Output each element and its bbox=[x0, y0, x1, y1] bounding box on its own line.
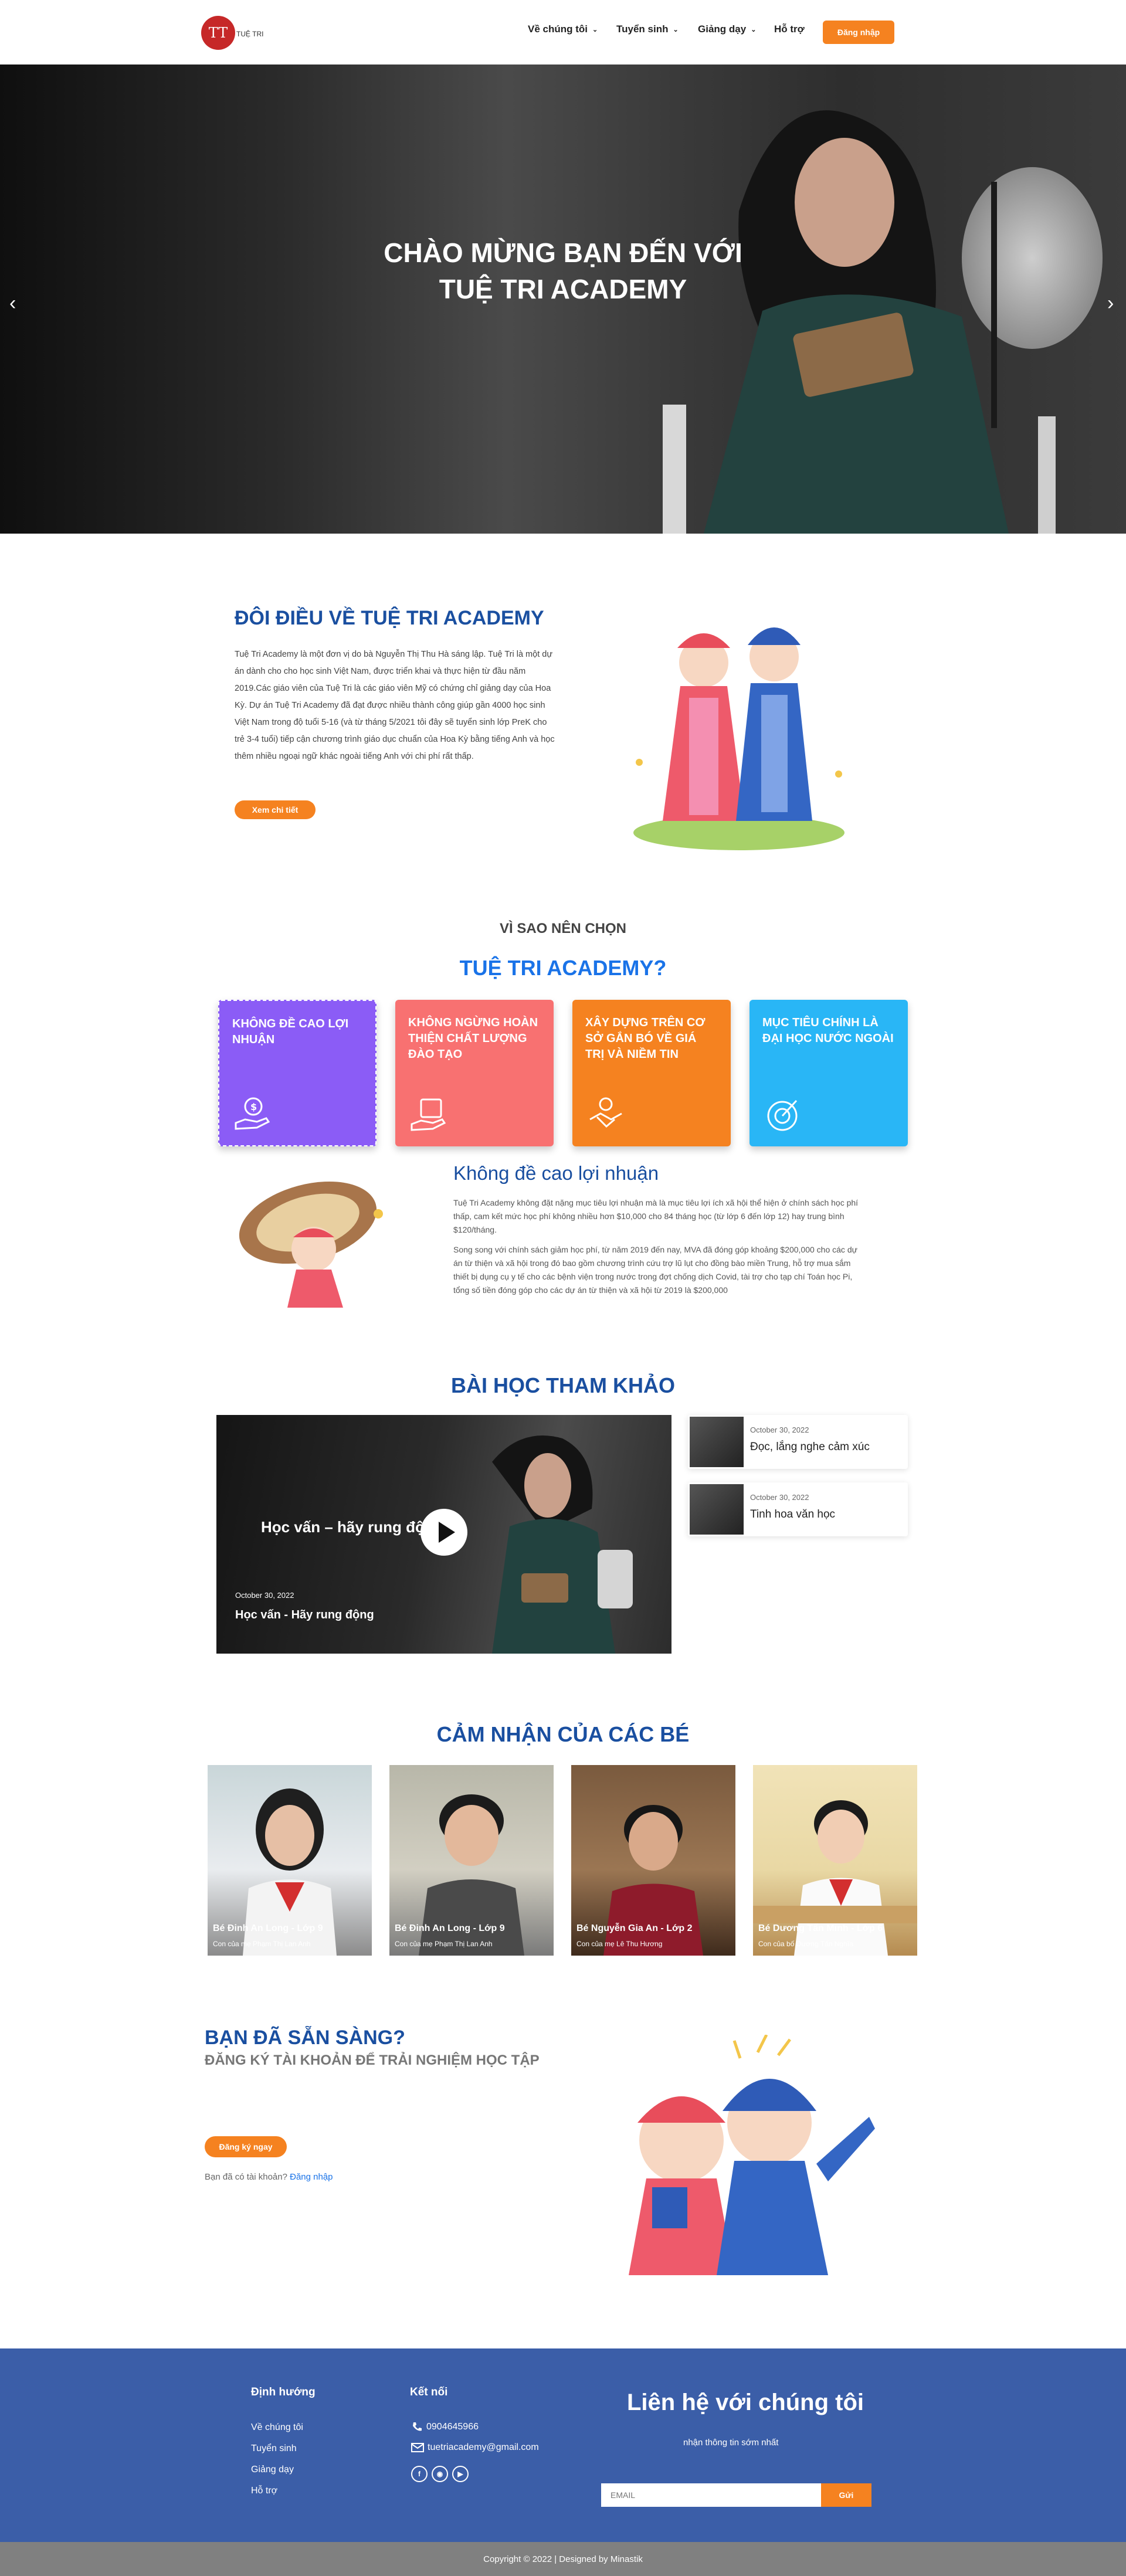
footer-link[interactable]: Hỗ trợ bbox=[251, 2486, 277, 2496]
why-card-nonprofit[interactable]: KHÔNG ĐỀ CAO LỢI NHUẬN $ bbox=[218, 1000, 377, 1146]
lesson-title[interactable]: Đọc, lắng nghe cảm xúc bbox=[750, 1441, 870, 1454]
featured-lesson-date: October 30, 2022 bbox=[235, 1591, 294, 1600]
kid-umbrella-illustration bbox=[239, 1181, 383, 1308]
footer-link[interactable]: Tuyển sinh bbox=[251, 2443, 297, 2454]
lesson-list-item[interactable]: October 30, 2022 Tinh hoa văn học bbox=[688, 1482, 908, 1536]
about-illustration bbox=[633, 627, 844, 850]
parent-name: Con của mẹ Phạm Thị Lan Anh bbox=[395, 1940, 493, 1948]
nav-label: Hỗ trợ bbox=[774, 23, 805, 35]
why-title: TUỆ TRI ACADEMY? bbox=[459, 956, 667, 980]
chevron-down-icon: ⌄ bbox=[751, 26, 757, 33]
lessons-title: BÀI HỌC THAM KHẢO bbox=[451, 1373, 675, 1397]
student-name: Bé Đinh An Long - Lớp 9 bbox=[213, 1923, 323, 1933]
footer-phone[interactable]: 0904645966 bbox=[411, 2421, 479, 2433]
about-more-button[interactable]: Xem chi tiết bbox=[235, 800, 316, 819]
student-name: Bé Dương Tấn Minh - Lớp 6 bbox=[758, 1923, 883, 1933]
why-card-trust[interactable]: XÂY DỰNG TRÊN CƠ SỞ GẮN BÓ VỀ GIÁ TRỊ VÀ… bbox=[572, 1000, 731, 1146]
cta-illustration bbox=[629, 2035, 875, 2275]
parent-name: Con của mẹ Phạm Thị Lan Anh bbox=[213, 1940, 311, 1948]
logo-text[interactable]: TUỆ TRI bbox=[236, 30, 263, 38]
card-label: KHÔNG ĐỀ CAO LỢI NHUẬN bbox=[232, 1017, 349, 1046]
card-label: KHÔNG NGỪNG HOÀN THIỆN CHẤT LƯỢNG ĐÀO TẠ… bbox=[408, 1016, 538, 1061]
login-button[interactable]: Đăng nhập bbox=[823, 21, 894, 44]
cta-login-prompt: Bạn đã có tài khoản? Đăng nhập bbox=[205, 2172, 333, 2182]
register-button[interactable]: Đăng ký ngay bbox=[205, 2136, 287, 2157]
newsletter-send-button[interactable]: Gửi bbox=[821, 2483, 871, 2507]
chevron-down-icon: ⌄ bbox=[673, 26, 679, 33]
testimonial-card[interactable]: Bé Nguyễn Gia An - Lớp 2 Con của mẹ Lê T… bbox=[571, 1765, 735, 1956]
student-name: Bé Nguyễn Gia An - Lớp 2 bbox=[576, 1923, 693, 1933]
site-header: TT TUỆ TRI Về chúng tôi ⌄ Tuyển sinh ⌄ Giả… bbox=[0, 0, 1126, 65]
logo-mark[interactable]: TT bbox=[201, 16, 235, 50]
lesson-date: October 30, 2022 bbox=[750, 1493, 809, 1502]
hero-title: CHÀO MỪNG BẠN ĐẾN VỚI TUỆ TRI ACADEMY bbox=[384, 237, 742, 304]
nav-label: Về chúng tôi bbox=[528, 23, 588, 35]
student-name: Bé Đinh An Long - Lớp 9 bbox=[395, 1923, 505, 1933]
cta-title: BẠN ĐÃ SẴN SÀNG? bbox=[205, 2027, 405, 2049]
phone-icon bbox=[413, 2422, 422, 2431]
contact-note: nhận thông tin sớm nhất bbox=[683, 2438, 779, 2448]
footer-link[interactable]: Giảng dạy bbox=[251, 2465, 294, 2475]
featured-lesson-video[interactable]: Học vấn – hãy rung động October 30, 2022… bbox=[216, 1415, 671, 1654]
nav-item-support[interactable]: Hỗ trợ bbox=[774, 23, 805, 35]
parent-name: Con của mẹ Lê Thu Hương bbox=[576, 1940, 663, 1948]
about-body: Tuệ Tri Academy là một đơn vị do bà Nguy… bbox=[235, 650, 555, 761]
instagram-icon[interactable]: ◉ bbox=[432, 2466, 448, 2482]
nav-label: Tuyển sinh bbox=[616, 23, 669, 35]
featured-lesson-title[interactable]: Học vấn - Hãy rung động bbox=[235, 1608, 374, 1622]
nav-item-teaching[interactable]: Giảng dạy ⌄ bbox=[698, 23, 756, 35]
mail-icon bbox=[411, 2443, 424, 2452]
copyright-bar: Copyright © 2022 | Designed by Minastik bbox=[0, 2542, 1126, 2576]
nav-item-admission[interactable]: Tuyển sinh ⌄ bbox=[616, 23, 679, 35]
lesson-thumbnail bbox=[690, 1417, 744, 1467]
money-hand-icon: $ bbox=[235, 1097, 270, 1130]
footer-email[interactable]: tuetriacademy@gmail.com bbox=[411, 2442, 539, 2453]
why-detail-paragraph-1: Tuệ Tri Academy không đặt nặng mục tiêu … bbox=[453, 1198, 859, 1234]
lesson-date: October 30, 2022 bbox=[750, 1426, 809, 1434]
quality-hand-icon bbox=[411, 1098, 446, 1131]
footer-connect-title: Kết nối bbox=[410, 2386, 448, 2398]
chevron-right-icon[interactable]: › bbox=[1107, 292, 1114, 315]
testimonial-card[interactable]: Bé Đinh An Long - Lớp 9 Con của mẹ Phạm … bbox=[208, 1765, 372, 1956]
footer-link[interactable]: Về chúng tôi bbox=[251, 2422, 303, 2433]
why-subtitle: VÌ SAO NÊN CHỌN bbox=[499, 921, 627, 936]
lesson-title[interactable]: Tinh hoa văn học bbox=[750, 1508, 835, 1521]
site-footer: Định hướng Về chúng tôi Tuyển sinh Giảng… bbox=[0, 2348, 1126, 2542]
svg-text:$: $ bbox=[250, 1101, 257, 1112]
have-account-text: Bạn đã có tài khoản? bbox=[205, 2172, 287, 2182]
testimonials-title: CẢM NHẬN CỦA CÁC BÉ bbox=[436, 1722, 690, 1746]
chevron-left-icon[interactable]: ‹ bbox=[9, 292, 16, 315]
youtube-icon[interactable]: ▶ bbox=[452, 2466, 469, 2482]
handshake-icon bbox=[589, 1097, 622, 1128]
lesson-list-item[interactable]: October 30, 2022 Đọc, lắng nghe cảm xúc bbox=[688, 1415, 908, 1469]
why-card-quality[interactable]: KHÔNG NGỪNG HOÀN THIỆN CHẤT LƯỢNG ĐÀO TẠ… bbox=[395, 1000, 554, 1146]
nav-label: Giảng dạy bbox=[698, 23, 747, 35]
footer-nav-title: Định hướng bbox=[251, 2386, 316, 2398]
phone-number: 0904645966 bbox=[426, 2422, 479, 2432]
card-label: MỤC TIÊU CHÍNH LÀ ĐẠI HỌC NƯỚC NGOÀI bbox=[762, 1016, 894, 1045]
why-detail-title: Không đề cao lợi nhuận bbox=[453, 1162, 659, 1184]
lesson-thumbnail bbox=[690, 1484, 744, 1535]
login-link[interactable]: Đăng nhập bbox=[290, 2172, 333, 2182]
contact-title: Liên hệ với chúng tôi bbox=[627, 2390, 864, 2415]
about-title: ĐÔI ĐIỀU VỀ TUỆ TRI ACADEMY bbox=[235, 607, 544, 629]
play-icon[interactable] bbox=[420, 1509, 467, 1556]
cta-subtitle: ĐĂNG KÝ TÀI KHOẢN ĐỂ TRẢI NGHIỆM HỌC TẬP bbox=[205, 2052, 540, 2068]
target-icon bbox=[767, 1099, 798, 1131]
parent-name: Con của bố Dương Tấn Nghĩa bbox=[758, 1940, 853, 1948]
hero-slider: CHÀO MỪNG BẠN ĐẾN VỚI TUỆ TRI ACADEMY ‹ … bbox=[0, 65, 1126, 534]
testimonial-card[interactable]: Bé Dương Tấn Minh - Lớp 6 Con của bố Dươ… bbox=[753, 1765, 917, 1956]
card-label: XÂY DỰNG TRÊN CƠ SỞ GẮN BÓ VỀ GIÁ TRỊ VÀ… bbox=[585, 1016, 706, 1061]
logo-initials: TT bbox=[208, 25, 228, 41]
video-overlay-title: Học vấn – hãy rung động bbox=[261, 1518, 443, 1536]
chevron-down-icon: ⌄ bbox=[592, 26, 598, 33]
why-detail-paragraph-2: Song song với chính sách giảm học phí, t… bbox=[453, 1245, 857, 1295]
email-address: tuetriacademy@gmail.com bbox=[428, 2442, 539, 2452]
newsletter-email-input[interactable] bbox=[601, 2483, 821, 2507]
nav-item-about[interactable]: Về chúng tôi ⌄ bbox=[528, 23, 598, 35]
testimonial-card[interactable]: Bé Đinh An Long - Lớp 9 Con của mẹ Phạm … bbox=[389, 1765, 554, 1956]
facebook-icon[interactable]: f bbox=[411, 2466, 428, 2482]
why-card-target[interactable]: MỤC TIÊU CHÍNH LÀ ĐẠI HỌC NƯỚC NGOÀI bbox=[749, 1000, 908, 1146]
